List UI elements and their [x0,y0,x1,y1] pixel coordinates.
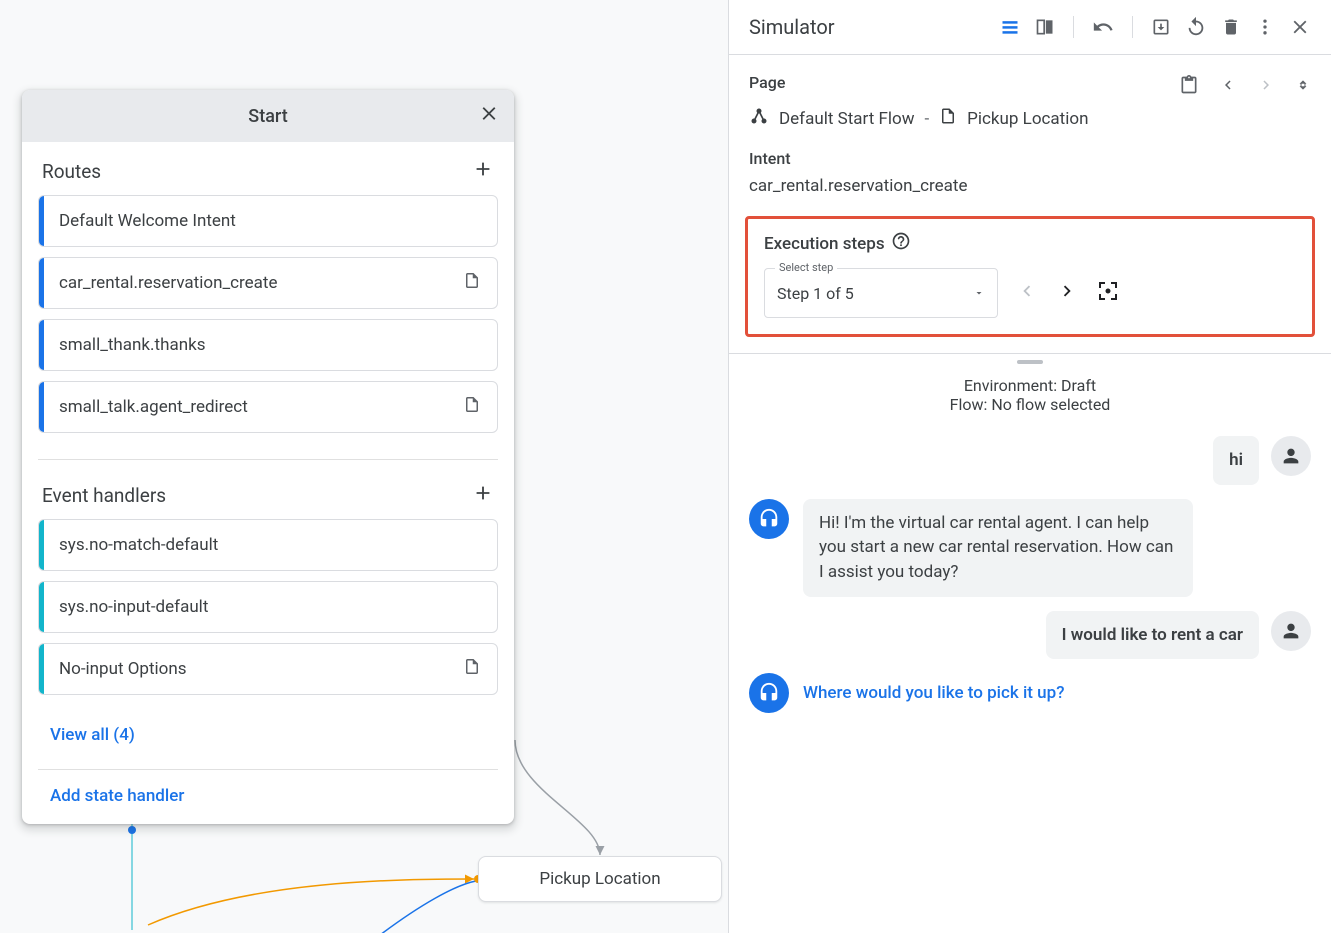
event-handlers-list: sys.no-match-default sys.no-input-defaul… [22,519,514,715]
agent-message-row: Where would you like to pick it up? [749,673,1311,713]
page-transition-icon [463,658,481,681]
close-icon[interactable] [478,103,500,130]
clipboard-icon[interactable] [1179,75,1199,99]
flow-selected-label: Flow: No flow selected [749,395,1311,414]
node-label: Pickup Location [539,869,660,889]
page-transition-icon [463,396,481,419]
collapse-icon[interactable] [1295,77,1311,97]
connector-dot [128,826,136,834]
user-avatar-icon [1271,436,1311,476]
add-route-icon[interactable] [472,158,494,185]
page-prev-icon[interactable] [1219,76,1237,98]
undo-icon[interactable] [1092,16,1114,38]
route-name: small_talk.agent_redirect [59,397,248,417]
resize-handle[interactable] [1017,360,1043,364]
routes-section-header: Routes [22,142,514,195]
event-handler-name: No-input Options [59,659,187,679]
agent-message-row: Hi! I'm the virtual car rental agent. I … [749,499,1311,597]
conversation-pane: Environment: Draft Flow: No flow selecte… [729,364,1331,727]
event-handler-name: sys.no-input-default [59,597,208,617]
pickup-location-node[interactable]: Pickup Location [478,856,722,902]
execution-steps-section: Execution steps Select step Step 1 of 5 [745,216,1315,337]
agent-avatar-icon [749,673,789,713]
step-select-value: Step 1 of 5 [777,284,973,303]
delete-icon[interactable] [1221,17,1241,37]
view-all-link[interactable]: View all (4) [22,715,514,763]
user-avatar-icon [1271,611,1311,651]
user-message-row: I would like to rent a car [749,611,1311,660]
page-transition-icon [463,272,481,295]
route-item[interactable]: small_thank.thanks [38,319,498,371]
step-next-icon[interactable] [1056,280,1078,306]
step-select-label: Select step [775,261,837,274]
intent-label: Intent [749,149,1311,168]
agent-message[interactable]: Hi! I'm the virtual car rental agent. I … [803,499,1193,597]
start-node-header: Start [22,90,514,142]
event-handler-name: sys.no-match-default [59,535,218,555]
start-node-title: Start [248,106,287,127]
page-breadcrumb: Default Start Flow - Pickup Location [749,106,1311,131]
replay-icon[interactable] [1185,16,1207,38]
agent-current-message[interactable]: Where would you like to pick it up? [803,673,1064,706]
breadcrumb-page[interactable]: Pickup Location [967,109,1088,129]
routes-label: Routes [42,160,101,183]
start-node-panel: Start Routes Default Welcome Intent car_… [22,90,514,824]
add-event-handler-icon[interactable] [472,482,494,509]
route-item[interactable]: Default Welcome Intent [38,195,498,247]
route-name: small_thank.thanks [59,335,205,355]
page-icon [939,107,957,130]
route-name: car_rental.reservation_create [59,273,277,293]
environment-label: Environment: Draft [956,376,1104,395]
save-icon[interactable] [1151,17,1171,37]
simulator-panel: Simulator [728,0,1331,933]
help-icon[interactable] [891,231,911,256]
breadcrumb-flow[interactable]: Default Start Flow [779,109,914,129]
close-simulator-icon[interactable] [1289,16,1311,38]
event-handler-item[interactable]: No-input Options [38,643,498,695]
step-select[interactable]: Select step Step 1 of 5 [764,268,998,318]
breadcrumb-separator: - [924,109,929,129]
execution-steps-label: Execution steps [764,234,885,254]
route-name: Default Welcome Intent [59,211,236,231]
step-prev-icon [1016,280,1038,306]
view-mode-list-icon[interactable] [999,17,1021,37]
route-item[interactable]: car_rental.reservation_create [38,257,498,309]
panel-divider [729,353,1331,354]
page-next-icon[interactable] [1257,76,1275,98]
page-label: Page [749,73,785,92]
user-message[interactable]: I would like to rent a car [1046,611,1259,660]
user-message-row: hi [749,436,1311,485]
event-handlers-section-header: Event handlers [22,466,514,519]
flow-canvas[interactable]: Start Routes Default Welcome Intent car_… [0,0,728,933]
add-state-handler-link[interactable]: Add state handler [22,776,514,824]
route-item[interactable]: small_talk.agent_redirect [38,381,498,433]
event-handlers-label: Event handlers [42,484,166,507]
intent-value: car_rental.reservation_create [749,176,1311,196]
event-handler-item[interactable]: sys.no-match-default [38,519,498,571]
event-handler-item[interactable]: sys.no-input-default [38,581,498,633]
routes-list: Default Welcome Intent car_rental.reserv… [22,195,514,453]
user-message[interactable]: hi [1213,436,1259,485]
more-icon[interactable] [1255,17,1275,37]
view-mode-split-icon[interactable] [1035,17,1055,37]
focus-icon[interactable] [1096,279,1120,307]
agent-avatar-icon [749,499,789,539]
simulator-toolbar: Simulator [729,0,1331,55]
dropdown-icon [973,284,985,303]
flow-icon [749,106,769,131]
simulator-title: Simulator [749,15,999,39]
